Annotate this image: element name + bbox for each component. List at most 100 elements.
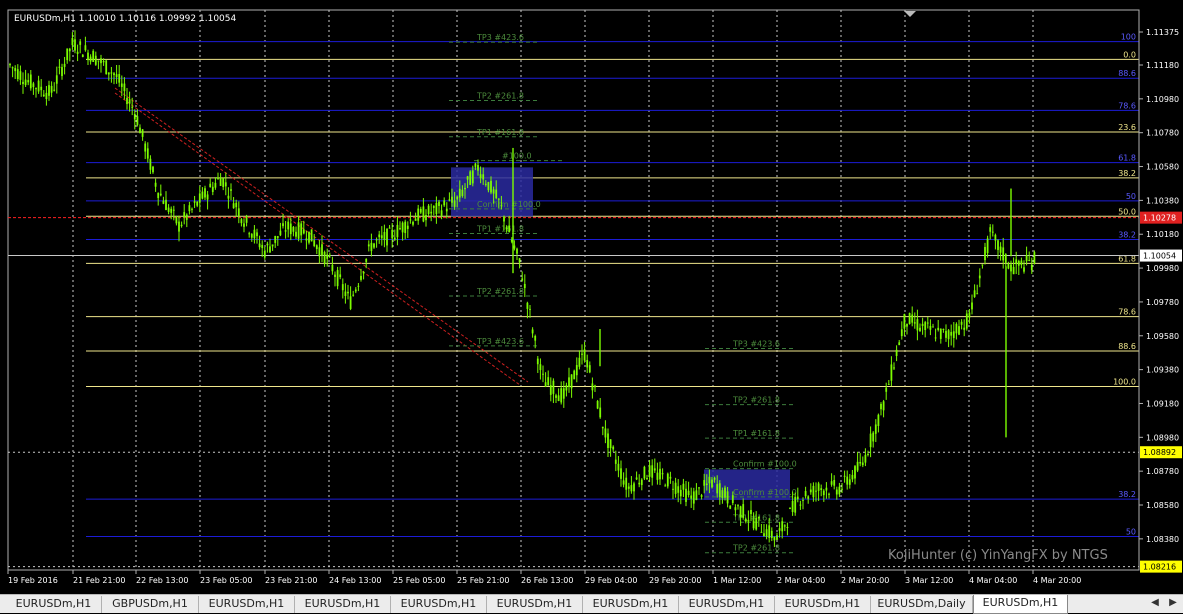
chart-tab[interactable]: EURUSDm,H1 xyxy=(6,596,102,613)
candle-body xyxy=(458,188,461,198)
chart-tab[interactable]: EURUSDm,H1 xyxy=(487,596,583,613)
candle-body xyxy=(648,465,651,477)
fib-level-label: 100 xyxy=(1121,33,1136,42)
arrow-right-icon[interactable]: ▶ xyxy=(1166,597,1180,608)
candle-body xyxy=(68,48,71,52)
candle-body xyxy=(711,479,713,488)
candle-body xyxy=(440,210,443,216)
arrow-left-icon[interactable]: ◀ xyxy=(1148,597,1162,608)
candle-body xyxy=(139,127,141,134)
candle-body xyxy=(908,313,911,324)
chart-tab[interactable]: EURUSDm,H1 xyxy=(391,596,487,613)
candle-body xyxy=(370,242,373,252)
candle-body xyxy=(367,244,370,247)
candle-body xyxy=(45,92,48,100)
chart-shift-marker[interactable] xyxy=(904,11,916,17)
candle-body xyxy=(856,461,859,471)
candle-body xyxy=(724,487,726,498)
chart-tab[interactable]: EURUSDm,H1 xyxy=(679,596,775,613)
price-tick-label: 1.09580 xyxy=(1146,332,1179,341)
candle-body xyxy=(978,275,981,279)
candle-body xyxy=(313,240,316,246)
ohlc-values: 1.10010 1.10116 1.09992 1.10054 xyxy=(78,14,237,24)
candle-body xyxy=(115,74,118,77)
chart-tab[interactable]: EURUSDm,H1 xyxy=(583,596,679,613)
chart-tab[interactable]: EURUSDm,H1 xyxy=(295,596,391,613)
candle-body xyxy=(999,246,1002,253)
chart-tab[interactable]: EURUSDm,H1 xyxy=(775,596,871,613)
candle-body xyxy=(521,278,524,281)
candle-body xyxy=(227,195,230,199)
candle-body xyxy=(243,223,245,227)
chart-canvas[interactable]: 1000.088.678.623.661.838.25050.038.261.8… xyxy=(0,0,1183,594)
candle-body xyxy=(789,508,791,510)
candle-body xyxy=(120,83,123,87)
candle-body xyxy=(193,201,196,203)
candle-body xyxy=(35,88,37,90)
candle-body xyxy=(882,401,885,411)
candle-body xyxy=(89,56,92,62)
candle-body xyxy=(211,186,214,192)
trade-label: TP3 #423.6 xyxy=(476,33,524,42)
candle-body xyxy=(893,367,895,369)
candle-body xyxy=(445,208,448,212)
candle-body xyxy=(744,519,747,522)
candle-body xyxy=(932,326,934,328)
candle-body xyxy=(391,229,394,239)
candle-body xyxy=(994,234,997,241)
chart-tab[interactable]: EURUSDm,H1 xyxy=(973,595,1068,614)
candle-body xyxy=(726,491,729,504)
candle-body xyxy=(703,480,706,486)
candle-body xyxy=(913,322,916,324)
candle-body xyxy=(646,477,648,480)
candle-body xyxy=(734,507,737,511)
candle-body xyxy=(604,428,607,438)
candle-body xyxy=(947,330,950,340)
candle-body xyxy=(570,374,573,389)
candle-body xyxy=(479,174,482,179)
candle-body xyxy=(968,312,971,318)
candle-body xyxy=(672,488,674,490)
candle-body xyxy=(698,487,700,489)
candle-body xyxy=(159,193,162,196)
candle-body xyxy=(659,468,661,480)
candle-body xyxy=(729,505,732,509)
candle-body xyxy=(71,38,74,46)
candle-body xyxy=(895,349,898,356)
price-tick-label: 1.08980 xyxy=(1146,433,1179,442)
candle-body xyxy=(196,201,199,206)
candle-body xyxy=(783,525,786,527)
candle-body xyxy=(417,208,420,221)
chart-tab[interactable]: EURUSDm,H1 xyxy=(199,596,295,613)
candle-body xyxy=(799,504,802,506)
chart-tab[interactable]: EURUSDm,Daily xyxy=(871,596,973,613)
candle-body xyxy=(825,487,828,491)
candle-body xyxy=(588,365,591,373)
candle-body xyxy=(63,63,66,67)
candle-body xyxy=(796,496,799,500)
candle-body xyxy=(763,533,765,537)
candle-body xyxy=(841,488,843,490)
candle-body xyxy=(887,383,890,385)
candle-body xyxy=(269,246,271,253)
candle-body xyxy=(170,208,173,213)
time-tick-label: 29 Feb 20:00 xyxy=(649,576,701,585)
candle-body xyxy=(562,388,565,399)
time-tick-label: 2 Mar 20:00 xyxy=(841,576,889,585)
time-tick-label: 23 Feb 05:00 xyxy=(200,576,252,585)
candle-body xyxy=(315,245,318,250)
candle-body xyxy=(456,196,459,200)
candle-body xyxy=(388,227,391,229)
chart-tab[interactable]: GBPUSDm,H1 xyxy=(102,596,199,613)
candle-body xyxy=(105,60,108,75)
candle-body xyxy=(1007,264,1010,269)
candle-body xyxy=(253,229,256,239)
candle-body xyxy=(266,243,269,246)
price-highlight-label: 1.10278 xyxy=(1143,214,1176,223)
chart-header: EURUSDm,H1 1.10010 1.10116 1.09992 1.100… xyxy=(14,14,236,24)
candle-body xyxy=(198,193,201,203)
candle-body xyxy=(557,395,560,401)
fib-level-label: 50 xyxy=(1126,527,1136,536)
chart-area[interactable]: 100 0.0 88.6 78.6 23.6 61.8 38.2 50 50.0 38.2 61.8… xyxy=(0,0,1183,594)
candle-body xyxy=(692,491,695,504)
